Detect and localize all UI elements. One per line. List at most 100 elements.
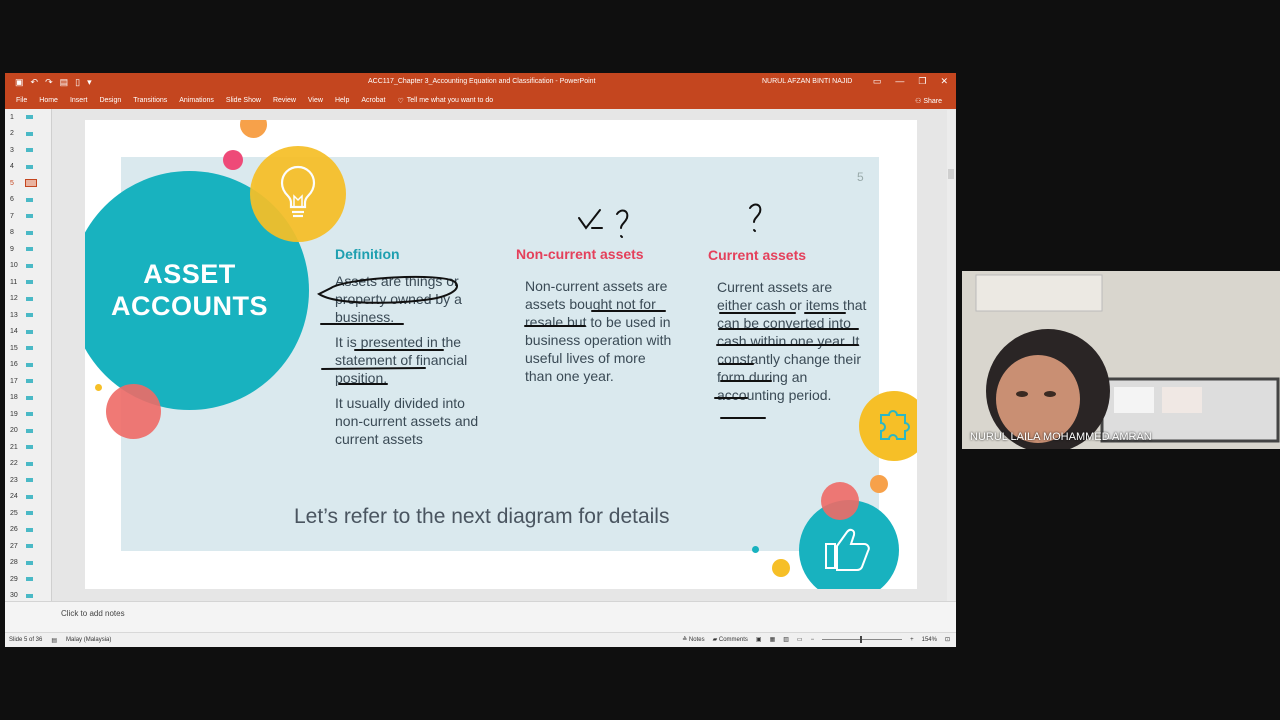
- tell-me-label: Tell me what you want to do: [406, 97, 494, 104]
- document-title: ACC117_Chapter 3_Accounting Equation and…: [368, 78, 596, 85]
- slide-thumbnail[interactable]: 13: [5, 307, 51, 324]
- slide-thumbnail-number: 14: [10, 328, 18, 336]
- slide-thumbnail[interactable]: 16: [5, 357, 51, 374]
- comments-button[interactable]: ▰ Comments: [713, 636, 748, 643]
- tab-view[interactable]: View: [308, 97, 323, 105]
- vertical-scrollbar[interactable]: [947, 110, 955, 630]
- fit-slide-icon[interactable]: ⊡: [945, 636, 950, 643]
- slide-thumbnail[interactable]: 18: [5, 390, 51, 407]
- slide-thumbnail[interactable]: 11: [5, 274, 51, 291]
- tab-slide-show[interactable]: Slide Show: [226, 97, 261, 105]
- slide-thumbnail-image: [26, 280, 33, 285]
- redo-icon[interactable]: ↷: [45, 77, 53, 87]
- slide-thumbnail-pane: 1 2 3 4 5 6 7 8 9 10 11 12 13 14 15 16 17 18 19 20 21 22 23 24 2…: [5, 109, 52, 632]
- slide-thumbnail-image: [26, 148, 33, 153]
- slide-thumbnail[interactable]: 6: [5, 192, 51, 209]
- bottom-yellow-dot: [772, 559, 790, 577]
- slide-thumbnail[interactable]: 5: [5, 175, 51, 192]
- reading-view-icon[interactable]: ▥: [783, 636, 789, 643]
- scrollbar-thumb[interactable]: [948, 169, 954, 179]
- slide-thumbnail-number: 12: [10, 295, 18, 303]
- slide-thumbnail[interactable]: 28: [5, 555, 51, 572]
- slide-thumbnail[interactable]: 10: [5, 258, 51, 275]
- notes-placeholder[interactable]: Click to add notes: [61, 609, 125, 618]
- language-indicator[interactable]: Malay (Malaysia): [66, 637, 111, 644]
- definition-p3: It usually divided into non-current asse…: [335, 395, 479, 447]
- restore-icon[interactable]: ❐: [918, 76, 926, 87]
- slide-number: 5: [857, 170, 864, 184]
- slide-canvas[interactable]: ASSET ACCOUNTS 5 Definition Assets are t…: [85, 120, 917, 589]
- tab-help[interactable]: Help: [335, 97, 349, 105]
- slide-thumbnail[interactable]: 3: [5, 142, 51, 159]
- tab-home[interactable]: Home: [39, 97, 58, 105]
- slide-thumbnail[interactable]: 22: [5, 456, 51, 473]
- slide-thumbnail[interactable]: 25: [5, 505, 51, 522]
- minimize-icon[interactable]: —: [895, 76, 904, 87]
- slide-thumbnail-number: 21: [10, 443, 18, 451]
- tab-design[interactable]: Design: [99, 97, 121, 105]
- slide-thumbnail-number: 8: [10, 229, 14, 237]
- slide-thumbnail[interactable]: 29: [5, 571, 51, 588]
- slide-thumbnail[interactable]: 12: [5, 291, 51, 308]
- slide-thumbnail[interactable]: 23: [5, 472, 51, 489]
- save-icon[interactable]: ▣: [15, 77, 24, 87]
- slide-thumbnail[interactable]: 17: [5, 373, 51, 390]
- share-button[interactable]: ⚇ Share: [915, 97, 942, 105]
- slideshow-icon[interactable]: ▭: [797, 636, 803, 643]
- zoom-slider-thumb[interactable]: [860, 636, 863, 643]
- slide-thumbnail-number: 17: [10, 377, 18, 385]
- zoom-out-icon[interactable]: −: [811, 637, 815, 643]
- definition-p2: It is presented in the statement of fina…: [335, 334, 468, 386]
- slide-thumbnail[interactable]: 26: [5, 522, 51, 539]
- notes-label: Notes: [688, 637, 705, 643]
- tab-transitions[interactable]: Transitions: [133, 97, 167, 105]
- spellcheck-icon[interactable]: ▤: [51, 637, 57, 644]
- slide-thumbnail-image: [26, 395, 33, 400]
- slide-sorter-icon[interactable]: ▦: [770, 636, 776, 643]
- ribbon-options-icon[interactable]: ▭: [873, 76, 882, 87]
- close-icon[interactable]: ✕: [940, 76, 948, 87]
- slide-thumbnail[interactable]: 27: [5, 538, 51, 555]
- tell-me-box[interactable]: ♡ Tell me what you want to do: [397, 97, 493, 105]
- normal-view-icon[interactable]: ▣: [756, 636, 762, 643]
- noncurrent-p1: Non-current assets are assets bought not…: [525, 278, 672, 384]
- zoom-level[interactable]: 154%: [922, 637, 937, 643]
- slide-thumbnail[interactable]: 15: [5, 340, 51, 357]
- slide-thumbnail-image: [26, 197, 33, 202]
- user-name[interactable]: NURUL AFZAN BINTI NAJID: [762, 78, 852, 85]
- tab-review[interactable]: Review: [273, 97, 296, 105]
- tab-animations[interactable]: Animations: [179, 97, 214, 105]
- notes-button[interactable]: ≙ Notes: [682, 636, 704, 643]
- yellow-circle: [250, 146, 346, 242]
- slide-thumbnail-number: 18: [10, 394, 18, 402]
- tab-insert[interactable]: Insert: [70, 97, 88, 105]
- slide-thumbnail[interactable]: 14: [5, 324, 51, 341]
- current-p1: Current assets are either cash or items …: [717, 279, 867, 403]
- slide-thumbnail[interactable]: 1: [5, 109, 51, 126]
- slide-thumbnail[interactable]: 19: [5, 406, 51, 423]
- slide-title-line1: ASSET: [143, 259, 236, 289]
- current-text: Current assets are either cash or items …: [717, 278, 867, 411]
- slide-thumbnail[interactable]: 21: [5, 439, 51, 456]
- zoom-slider[interactable]: [822, 636, 903, 643]
- slide-thumbnail[interactable]: 24: [5, 489, 51, 506]
- tab-acrobat[interactable]: Acrobat: [361, 97, 385, 105]
- customize-icon[interactable]: ▾: [87, 77, 92, 87]
- slide-thumbnail[interactable]: 4: [5, 159, 51, 176]
- new-file-icon[interactable]: ▯: [75, 77, 80, 87]
- slide-thumbnail-image: [26, 263, 33, 268]
- slide-thumbnail-number: 23: [10, 476, 18, 484]
- lightbulb-icon: [280, 165, 316, 218]
- undo-icon[interactable]: ↶: [31, 77, 39, 87]
- slide-thumbnail[interactable]: 20: [5, 423, 51, 440]
- notes-pane[interactable]: Click to add notes: [5, 601, 956, 632]
- tab-file[interactable]: File: [16, 97, 27, 105]
- slide-thumbnail[interactable]: 7: [5, 208, 51, 225]
- zoom-in-icon[interactable]: +: [910, 637, 914, 643]
- slide-thumbnail[interactable]: 2: [5, 126, 51, 143]
- definition-text: Assets are things or property owned by a…: [335, 272, 495, 455]
- slide-thumbnail-number: 30: [10, 592, 18, 600]
- new-slide-icon[interactable]: ▤: [60, 77, 69, 87]
- slide-thumbnail[interactable]: 8: [5, 225, 51, 242]
- slide-thumbnail[interactable]: 9: [5, 241, 51, 258]
